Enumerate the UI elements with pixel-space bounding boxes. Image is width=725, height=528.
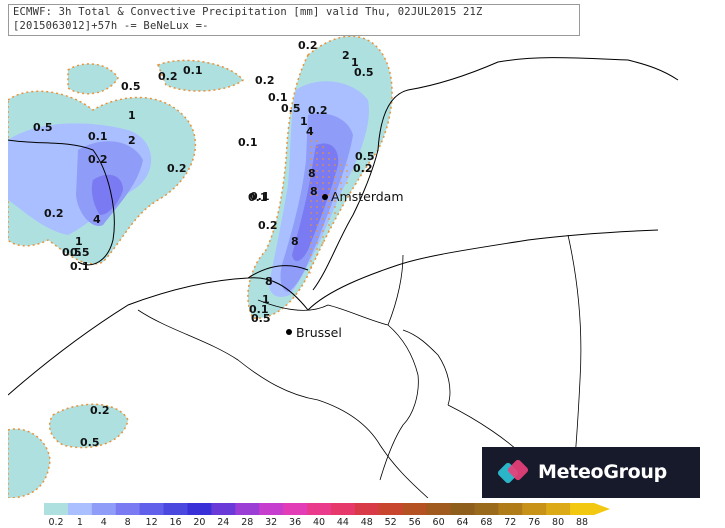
contour-label: 4 bbox=[306, 125, 314, 138]
contour-label: 2 bbox=[342, 49, 350, 62]
map-header: ECMWF: 3h Total & Convective Precipitati… bbox=[8, 4, 580, 36]
contour-label: 1 bbox=[262, 293, 270, 306]
legend-swatch bbox=[498, 503, 523, 515]
contour-label: 0.2 bbox=[44, 207, 64, 220]
legend-level-label: 8 bbox=[124, 517, 131, 528]
amsterdam-marker bbox=[322, 194, 328, 200]
legend-level-label: 80 bbox=[552, 517, 565, 528]
legend-swatch bbox=[235, 503, 260, 515]
contour-label: 0.1 bbox=[238, 136, 258, 149]
contour-label: 8 bbox=[310, 185, 318, 198]
contour-label: 0.1 bbox=[183, 64, 203, 77]
contour-label: 0.5 bbox=[354, 66, 374, 79]
contour-label: 8 bbox=[265, 275, 273, 288]
legend-swatch bbox=[402, 503, 428, 515]
contour-label: 2 bbox=[128, 134, 136, 147]
legend-level-label: 0.2 bbox=[48, 517, 64, 528]
legend-level-label: 4 bbox=[100, 517, 107, 528]
legend-swatch bbox=[378, 503, 404, 515]
legend-level-label: 52 bbox=[384, 517, 397, 528]
map-title: ECMWF: 3h Total & Convective Precipitati… bbox=[13, 6, 483, 18]
precipitation-map: 0.2 2 1 0.5 0.2 0.1 0.5 0.2 0.5 1 2 0.1 … bbox=[8, 35, 679, 498]
legend-level-label: 16 bbox=[169, 517, 182, 528]
legend-level-label: 28 bbox=[241, 517, 254, 528]
legend-swatch bbox=[115, 503, 141, 515]
legend-level-label: 88 bbox=[575, 517, 589, 528]
contour-label: 0.2 bbox=[258, 219, 278, 232]
contour-label: 0.5 bbox=[70, 246, 90, 259]
legend-swatch bbox=[44, 503, 69, 515]
legend-level-label: 48 bbox=[360, 517, 373, 528]
legend-level-label: 12 bbox=[145, 517, 158, 528]
map-subtitle: [2015063012]+57h -= BeNeLux =- bbox=[13, 20, 209, 32]
contour-label: 0.5 bbox=[33, 121, 53, 134]
legend-swatch bbox=[522, 503, 547, 515]
legend-level-label: 64 bbox=[456, 517, 469, 528]
legend-level-label: 36 bbox=[289, 517, 302, 528]
city-label-brussel: Brussel bbox=[296, 325, 342, 340]
contour-label: 0.5 bbox=[80, 436, 100, 449]
legend-level-label: 68 bbox=[480, 517, 493, 528]
contour-label: 0.5 bbox=[121, 80, 141, 93]
contour-label: 0.2 bbox=[167, 162, 187, 175]
legend-level-label: 40 bbox=[312, 517, 326, 528]
meteogroup-logo-text: MeteoGroup bbox=[538, 461, 667, 483]
legend-swatch bbox=[354, 503, 380, 515]
legend-swatch bbox=[139, 503, 165, 515]
legend-swatch bbox=[211, 503, 236, 515]
contour-label: 1 bbox=[128, 109, 136, 122]
meteogroup-logo: MeteoGroup bbox=[482, 447, 700, 498]
legend-swatch bbox=[283, 503, 308, 515]
legend-swatch bbox=[259, 503, 284, 515]
contour-label: 0.5 bbox=[251, 312, 271, 325]
contour-label: 0.2 bbox=[298, 39, 318, 52]
contour-label: 0.2 bbox=[90, 404, 110, 417]
brussel-marker bbox=[286, 329, 292, 335]
legend-swatch bbox=[307, 503, 332, 515]
precip-south bbox=[8, 403, 129, 498]
contour-label: 0.1 bbox=[88, 130, 108, 143]
contour-label: 0.1 bbox=[250, 190, 270, 203]
contour-label: 4 bbox=[93, 213, 101, 226]
legend-level-label: 56 bbox=[408, 517, 421, 528]
legend-level-label: 72 bbox=[504, 517, 517, 528]
legend-level-label: 1 bbox=[76, 517, 83, 528]
legend-level-label: 76 bbox=[528, 517, 541, 528]
meteogroup-logo-icon bbox=[498, 459, 529, 484]
contour-label: 0.2 bbox=[308, 104, 328, 117]
contour-label: 8 bbox=[308, 167, 316, 180]
contour-label: 8 bbox=[291, 235, 299, 248]
legend-level-label: 44 bbox=[336, 517, 349, 528]
legend-level-label: 20 bbox=[193, 517, 206, 528]
legend-swatch bbox=[474, 503, 499, 515]
legend-arrow bbox=[594, 503, 610, 515]
legend-level-label: 24 bbox=[217, 517, 230, 528]
legend-level-label: 60 bbox=[432, 517, 445, 528]
legend-swatch bbox=[330, 503, 356, 515]
legend-swatch bbox=[426, 503, 452, 515]
color-legend: 0.2 1 4 8 12 16 20 24 28 32 36 40 44 48 52 56 60 64 68 72 76… bbox=[44, 502, 614, 528]
legend-swatch bbox=[570, 503, 595, 515]
contour-label: 0.1 bbox=[70, 260, 90, 273]
legend-swatch bbox=[67, 503, 93, 515]
contour-label: 0.2 bbox=[88, 153, 108, 166]
legend-swatch bbox=[546, 503, 571, 515]
city-label-amsterdam: Amsterdam bbox=[331, 189, 404, 204]
contour-label: 0.2 bbox=[353, 162, 373, 175]
legend-swatch bbox=[187, 503, 212, 515]
contour-label: 0.2 bbox=[255, 74, 275, 87]
contour-label: 0.5 bbox=[281, 102, 301, 115]
legend-colorbar bbox=[44, 503, 610, 515]
contour-label: 0.2 bbox=[158, 70, 178, 83]
legend-swatch bbox=[91, 503, 117, 515]
legend-swatch bbox=[163, 503, 188, 515]
legend-swatch bbox=[450, 503, 475, 515]
legend-level-label: 32 bbox=[265, 517, 278, 528]
